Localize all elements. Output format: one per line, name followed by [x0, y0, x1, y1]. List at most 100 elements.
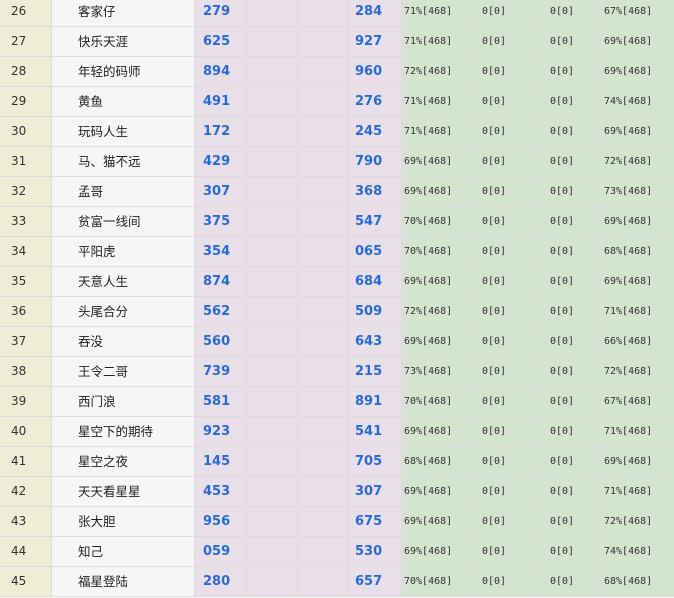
empty-cell-1: [247, 177, 298, 206]
empty-cell-2: [298, 417, 348, 446]
empty-cell-1: [247, 477, 298, 506]
player-name-cell: 知己: [52, 537, 195, 566]
table-row: 27 快乐天涯 625 927 71%[468] 0[0] 0[0] 69%[468]: [0, 27, 674, 57]
rate-cell-1: 70%[468]: [402, 567, 469, 596]
number-cell-2: 284: [348, 0, 402, 26]
player-name-cell: 马、猫不远: [52, 147, 195, 176]
table-row: 42 天天看星星 453 307 69%[468] 0[0] 0[0] 71%[468]: [0, 477, 674, 507]
table-row: 31 马、猫不远 429 790 69%[468] 0[0] 0[0] 72%[468]: [0, 147, 674, 177]
empty-cell-1: [247, 417, 298, 446]
empty-cell-2: [298, 207, 348, 236]
row-index-cell: 37: [0, 327, 52, 356]
rate-cell-2: 0[0]: [469, 147, 536, 176]
rate-cell-4: 69%[468]: [602, 27, 674, 56]
rate-cell-3: 0[0]: [536, 237, 602, 266]
player-name-cell: 福星登陆: [52, 567, 195, 596]
empty-cell-1: [247, 537, 298, 566]
rate-cell-1: 72%[468]: [402, 297, 469, 326]
row-index-cell: 40: [0, 417, 52, 446]
number-cell-1: 280: [195, 567, 247, 596]
number-cell-1: 923: [195, 417, 247, 446]
empty-cell-2: [298, 237, 348, 266]
number-cell-2: 643: [348, 327, 402, 356]
rate-cell-1: 71%[468]: [402, 87, 469, 116]
number-cell-1: 874: [195, 267, 247, 296]
player-name-cell: 孟哥: [52, 177, 195, 206]
rate-cell-4: 67%[468]: [602, 0, 674, 26]
rate-cell-1: 69%[468]: [402, 537, 469, 566]
rate-cell-3: 0[0]: [536, 537, 602, 566]
number-cell-2: 530: [348, 537, 402, 566]
empty-cell-1: [247, 207, 298, 236]
number-cell-1: 581: [195, 387, 247, 416]
row-index-cell: 28: [0, 57, 52, 86]
rate-cell-3: 0[0]: [536, 117, 602, 146]
rate-cell-4: 72%[468]: [602, 357, 674, 386]
rate-cell-3: 0[0]: [536, 57, 602, 86]
number-cell-1: 956: [195, 507, 247, 536]
number-cell-2: 960: [348, 57, 402, 86]
player-name-cell: 西门浪: [52, 387, 195, 416]
row-index-cell: 39: [0, 387, 52, 416]
rate-cell-1: 69%[468]: [402, 417, 469, 446]
empty-cell-1: [247, 567, 298, 596]
number-cell-1: 354: [195, 237, 247, 266]
number-cell-2: 705: [348, 447, 402, 476]
empty-cell-1: [247, 87, 298, 116]
number-cell-2: 547: [348, 207, 402, 236]
number-cell-2: 790: [348, 147, 402, 176]
player-name-cell: 头尾合分: [52, 297, 195, 326]
rate-cell-4: 71%[468]: [602, 297, 674, 326]
rate-cell-3: 0[0]: [536, 507, 602, 536]
empty-cell-2: [298, 537, 348, 566]
row-index-cell: 38: [0, 357, 52, 386]
table-row: 30 玩码人生 172 245 71%[468] 0[0] 0[0] 69%[468]: [0, 117, 674, 147]
row-index-cell: 29: [0, 87, 52, 116]
row-index-cell: 44: [0, 537, 52, 566]
number-cell-2: 368: [348, 177, 402, 206]
number-cell-2: 215: [348, 357, 402, 386]
empty-cell-1: [247, 387, 298, 416]
table-row: 45 福星登陆 280 657 70%[468] 0[0] 0[0] 68%[468]: [0, 567, 674, 597]
rate-cell-4: 69%[468]: [602, 447, 674, 476]
rate-cell-4: 69%[468]: [602, 57, 674, 86]
number-cell-1: 429: [195, 147, 247, 176]
player-name-cell: 玩码人生: [52, 117, 195, 146]
table-row: 38 王令二哥 739 215 73%[468] 0[0] 0[0] 72%[468]: [0, 357, 674, 387]
empty-cell-2: [298, 567, 348, 596]
player-name-cell: 张大胆: [52, 507, 195, 536]
rate-cell-1: 71%[468]: [402, 0, 469, 26]
number-cell-1: 059: [195, 537, 247, 566]
table-row: 37 吞没 560 643 69%[468] 0[0] 0[0] 66%[468]: [0, 327, 674, 357]
empty-cell-2: [298, 57, 348, 86]
number-cell-2: 675: [348, 507, 402, 536]
rate-cell-3: 0[0]: [536, 27, 602, 56]
rate-cell-1: 70%[468]: [402, 207, 469, 236]
player-name-cell: 星空下的期待: [52, 417, 195, 446]
number-cell-1: 279: [195, 0, 247, 26]
rate-cell-1: 69%[468]: [402, 327, 469, 356]
empty-cell-1: [247, 507, 298, 536]
table-row: 39 西门浪 581 891 70%[468] 0[0] 0[0] 67%[468]: [0, 387, 674, 417]
number-cell-2: 065: [348, 237, 402, 266]
rate-cell-2: 0[0]: [469, 387, 536, 416]
rate-cell-3: 0[0]: [536, 387, 602, 416]
number-cell-1: 491: [195, 87, 247, 116]
number-cell-2: 684: [348, 267, 402, 296]
rate-cell-2: 0[0]: [469, 477, 536, 506]
rate-cell-1: 69%[468]: [402, 507, 469, 536]
row-index-cell: 34: [0, 237, 52, 266]
number-cell-2: 276: [348, 87, 402, 116]
table-row: 32 孟哥 307 368 69%[468] 0[0] 0[0] 73%[468]: [0, 177, 674, 207]
rate-cell-2: 0[0]: [469, 177, 536, 206]
number-cell-2: 509: [348, 297, 402, 326]
rate-cell-1: 69%[468]: [402, 477, 469, 506]
empty-cell-2: [298, 477, 348, 506]
number-cell-2: 541: [348, 417, 402, 446]
number-cell-1: 562: [195, 297, 247, 326]
rate-cell-3: 0[0]: [536, 0, 602, 26]
rate-cell-2: 0[0]: [469, 207, 536, 236]
player-name-cell: 贫富一线间: [52, 207, 195, 236]
rate-cell-2: 0[0]: [469, 567, 536, 596]
number-cell-2: 307: [348, 477, 402, 506]
